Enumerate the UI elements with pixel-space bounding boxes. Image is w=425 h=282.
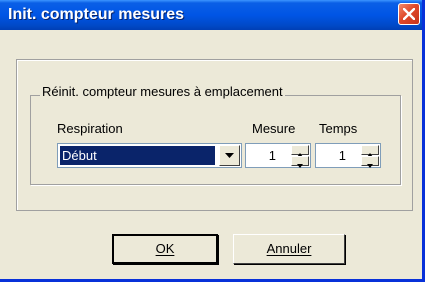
cancel-button[interactable]: Annuler	[233, 234, 345, 264]
mesure-decrement-button[interactable]	[291, 156, 309, 168]
close-button[interactable]	[398, 3, 420, 25]
temps-spinner[interactable]: 1	[315, 143, 381, 168]
chevron-down-icon	[225, 153, 234, 158]
temps-decrement-button[interactable]	[361, 156, 379, 168]
cancel-button-label: Annuler	[266, 241, 312, 256]
temps-spin-buttons	[361, 145, 379, 168]
arrow-down-icon	[297, 164, 303, 168]
title-bar[interactable]: Init. compteur mesures	[0, 0, 422, 30]
mesure-spin-buttons	[291, 145, 309, 168]
respiration-dropdown[interactable]: Début	[57, 143, 242, 168]
respiration-selected-value: Début	[60, 146, 215, 165]
arrow-down-icon	[367, 164, 373, 168]
temps-label: Temps	[319, 121, 358, 136]
dialog-window: Init. compteur mesures Réinit. compteur …	[0, 0, 425, 282]
close-icon	[403, 8, 415, 20]
ok-button-label: OK	[155, 241, 175, 256]
respiration-label: Respiration	[57, 121, 123, 136]
mesure-label: Mesure	[252, 121, 296, 136]
mesure-value[interactable]: 1	[246, 147, 276, 164]
reset-groupbox	[30, 95, 401, 185]
temps-increment-button[interactable]	[361, 145, 379, 157]
ok-button[interactable]: OK	[112, 234, 218, 264]
temps-value[interactable]: 1	[316, 147, 346, 164]
mesure-increment-button[interactable]	[291, 145, 309, 157]
mesure-spinner[interactable]: 1	[245, 143, 311, 168]
groupbox-caption: Réinit. compteur mesures à emplacement	[40, 84, 285, 100]
dropdown-button[interactable]	[219, 145, 240, 166]
window-title: Init. compteur mesures	[8, 6, 185, 23]
